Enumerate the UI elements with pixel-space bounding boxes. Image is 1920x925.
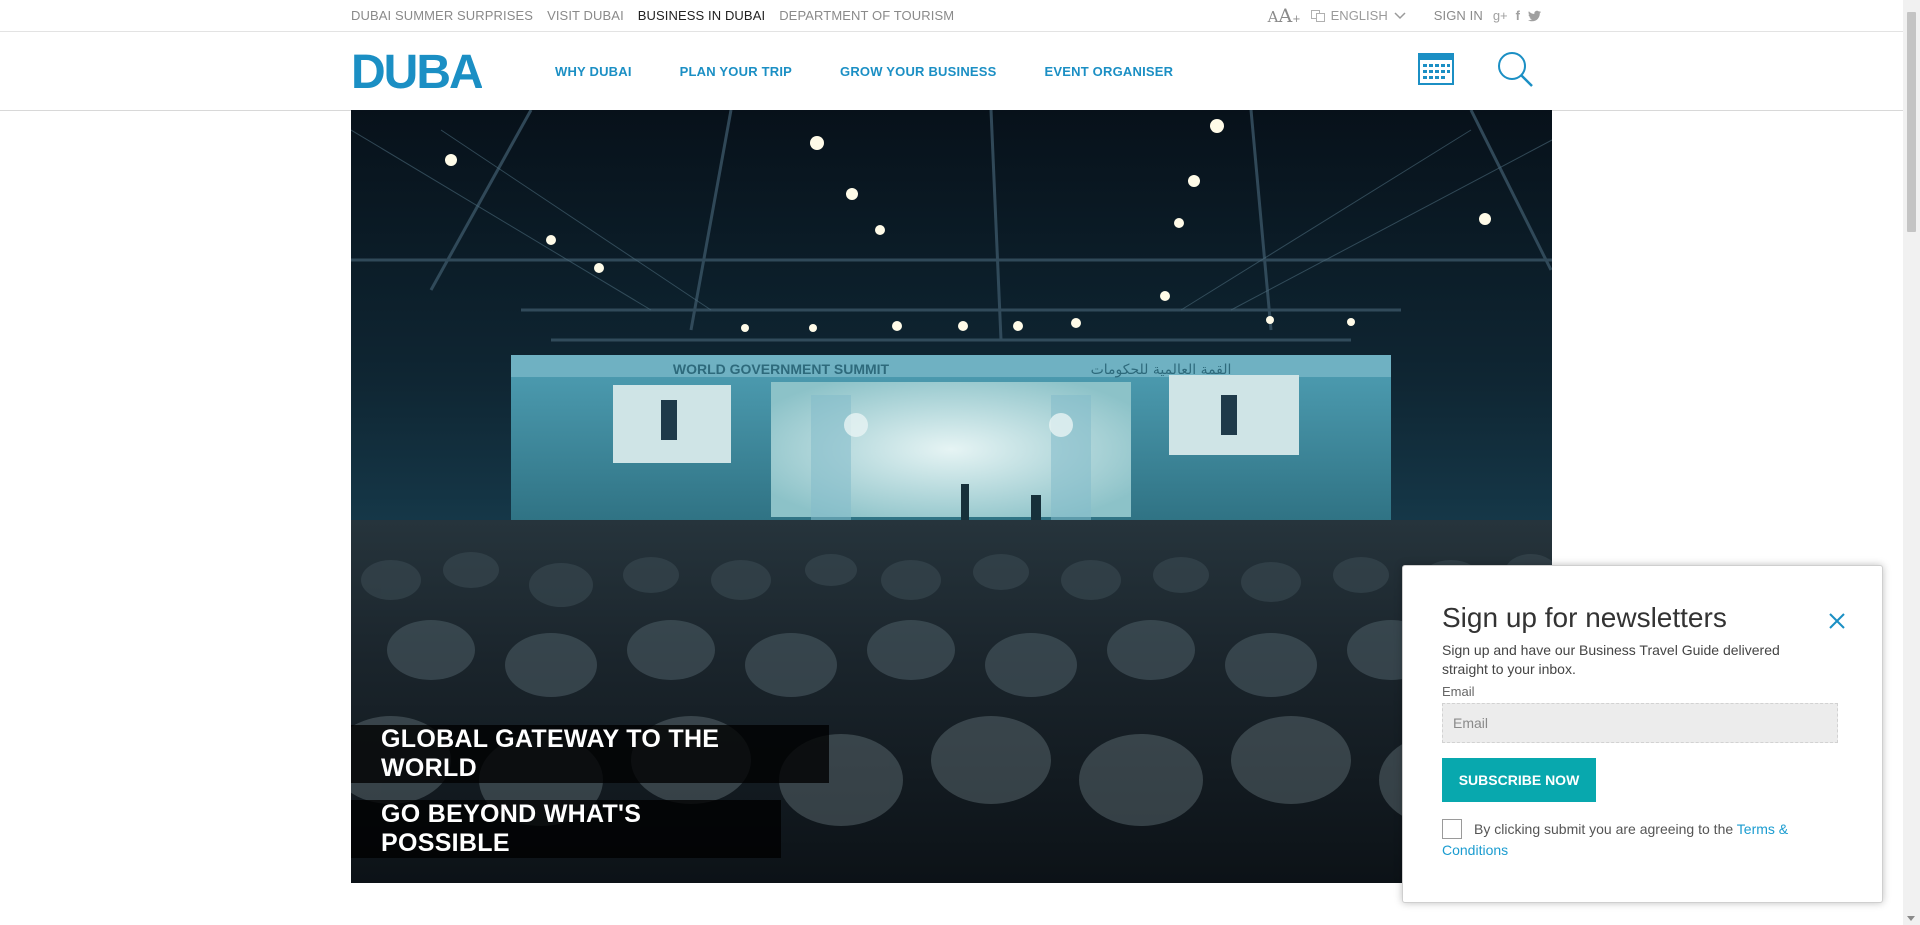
email-field[interactable] — [1442, 703, 1838, 743]
scroll-down-arrow[interactable] — [1907, 916, 1915, 921]
facebook-icon[interactable]: f — [1516, 8, 1520, 23]
language-icon — [1310, 9, 1325, 22]
search-icon[interactable] — [1496, 50, 1534, 88]
main-header: DUBAI WHY DUBAI PLAN YOUR TRIP GROW YOUR… — [0, 32, 1920, 111]
hero-banner: WORLD GOVERNMENT SUMMIT القمة العالمية ل… — [351, 110, 1552, 883]
header-icons — [1418, 50, 1534, 88]
utility-bar: DUBAI SUMMER SURPRISES VISIT DUBAI BUSIN… — [0, 0, 1920, 32]
logo-text: DUBAI — [351, 46, 482, 96]
scrollbar-thumb[interactable] — [1907, 12, 1916, 232]
newsletter-popup: Sign up for newsletters Sign up and have… — [1402, 565, 1883, 903]
nav-why-dubai[interactable]: WHY DUBAI — [555, 64, 632, 79]
close-icon[interactable] — [1827, 611, 1847, 631]
twitter-icon[interactable] — [1528, 10, 1542, 22]
hero-caption-2: GO BEYOND WHAT'S POSSIBLE — [351, 800, 781, 858]
sign-in-link[interactable]: SIGN IN — [1434, 8, 1483, 23]
subscribe-button[interactable]: SUBSCRIBE NOW — [1442, 758, 1596, 802]
chevron-down-icon — [1394, 11, 1406, 19]
nav-plan-your-trip[interactable]: PLAN YOUR TRIP — [680, 64, 792, 79]
util-link-business-in-dubai[interactable]: BUSINESS IN DUBAI — [638, 8, 765, 23]
text-size-large: A — [1278, 4, 1293, 27]
main-nav: WHY DUBAI PLAN YOUR TRIP GROW YOUR BUSIN… — [555, 32, 1173, 110]
social-links: g+ f — [1493, 8, 1542, 23]
text-size-toggle[interactable]: A A + — [1268, 5, 1301, 27]
email-label: Email — [1442, 684, 1475, 699]
text-size-plus: + — [1292, 13, 1301, 25]
google-plus-icon[interactable]: g+ — [1493, 8, 1508, 23]
language-selector[interactable]: ENGLISH — [1310, 8, 1406, 23]
language-label: ENGLISH — [1330, 8, 1388, 23]
nav-grow-your-business[interactable]: GROW YOUR BUSINESS — [840, 64, 997, 79]
page-scrollbar[interactable] — [1903, 0, 1920, 925]
banner-text: WORLD GOVERNMENT SUMMIT — [673, 361, 890, 377]
calendar-icon[interactable] — [1418, 53, 1454, 85]
util-link-department-of-tourism[interactable]: DEPARTMENT OF TOURISM — [779, 8, 954, 23]
nav-event-organiser[interactable]: EVENT ORGANISER — [1045, 64, 1174, 79]
newsletter-description: Sign up and have our Business Travel Gui… — [1442, 642, 1780, 677]
utility-right: A A + ENGLISH SIGN IN g+ f — [1268, 0, 1542, 31]
terms-prefix: By clicking submit you are agreeing to t… — [1474, 821, 1737, 837]
terms-text: By clicking submit you are agreeing to t… — [1442, 819, 1842, 861]
text-size-small: A — [1267, 7, 1279, 26]
dubai-logo[interactable]: DUBAI — [351, 46, 482, 96]
utility-links: DUBAI SUMMER SURPRISES VISIT DUBAI BUSIN… — [351, 0, 954, 31]
newsletter-title: Sign up for newsletters — [1442, 602, 1727, 633]
util-link-visit-dubai[interactable]: VISIT DUBAI — [547, 8, 624, 23]
hero-caption-1: GLOBAL GATEWAY TO THE WORLD — [351, 725, 829, 783]
util-link-summer-surprises[interactable]: DUBAI SUMMER SURPRISES — [351, 8, 533, 23]
